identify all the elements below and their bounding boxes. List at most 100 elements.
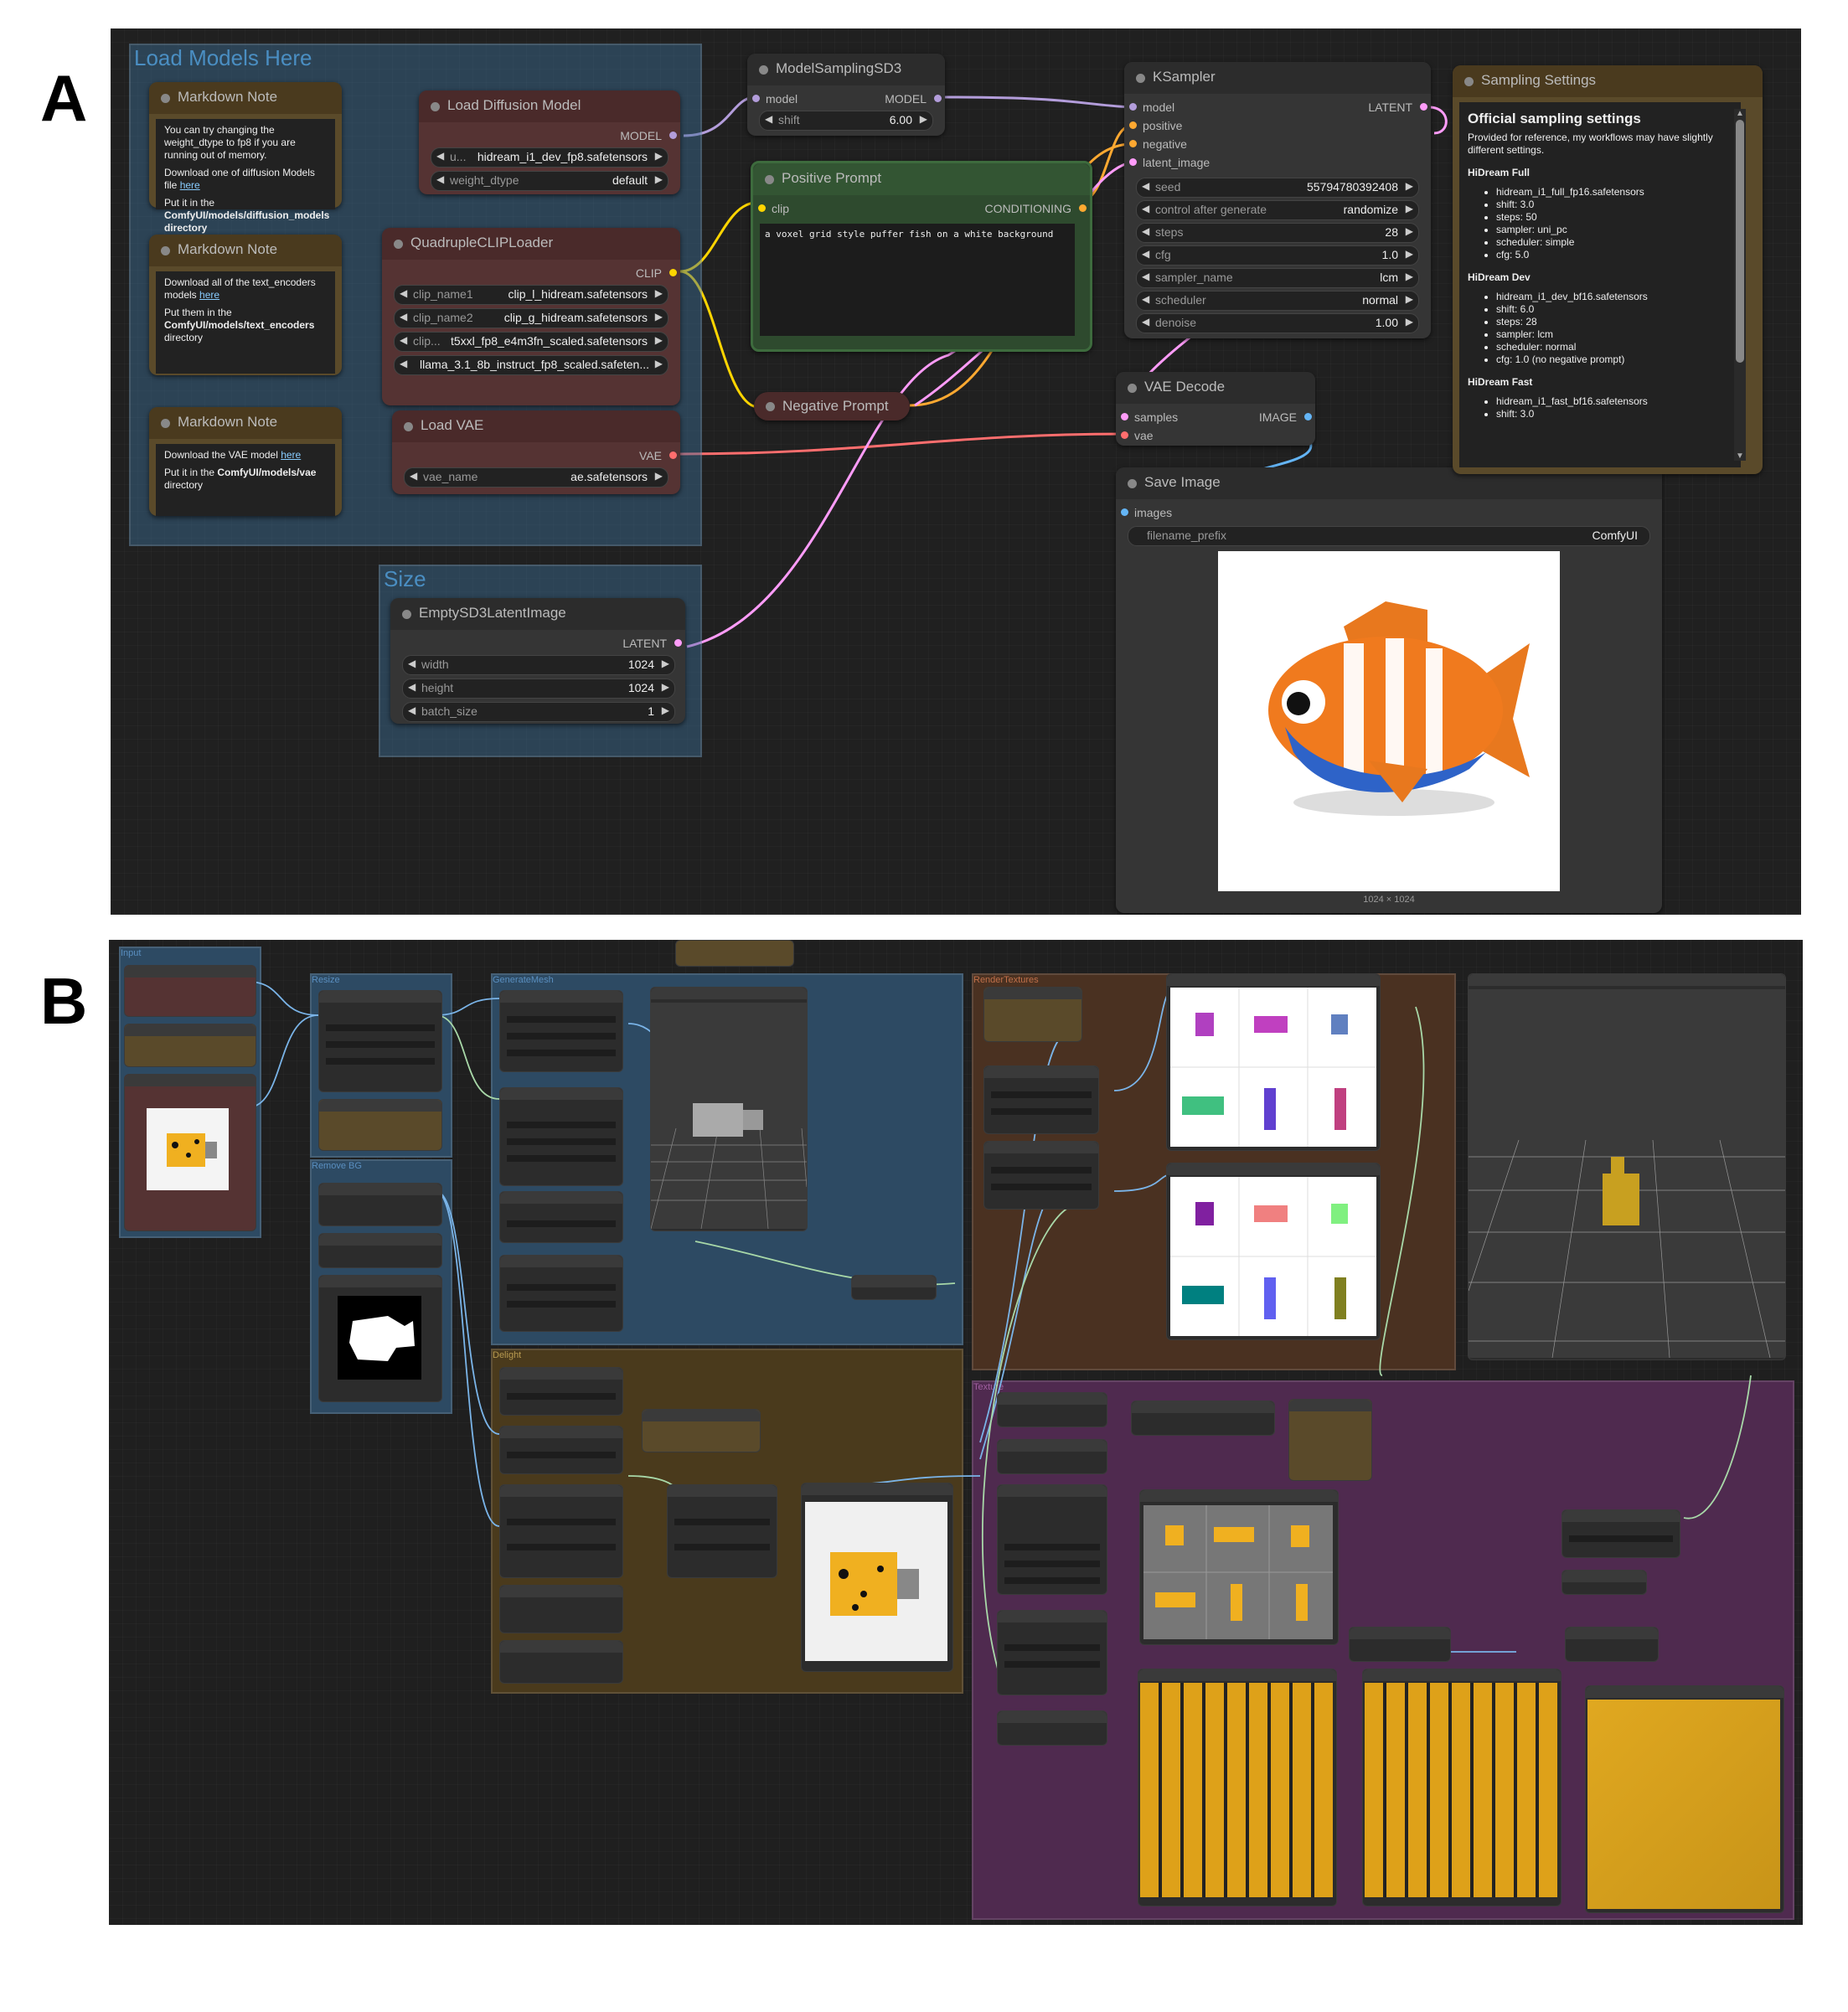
mask-preview-node[interactable] [318,1275,442,1402]
arrow-left-icon[interactable]: ◀ [1142,248,1149,260]
arrow-right-icon[interactable]: ▶ [1406,293,1413,305]
output-slot-vae[interactable] [669,451,677,459]
filename-prefix-text[interactable]: filename_prefix ComfyUI [1128,526,1650,546]
arrow-left-icon[interactable]: ◀ [436,173,444,185]
arrow-left-icon[interactable]: ◀ [410,470,417,482]
scheduler-combo[interactable]: ◀ scheduler normal ▶ [1136,291,1419,311]
arrow-right-icon[interactable]: ▶ [655,470,663,482]
texture-node-6[interactable] [1131,1401,1275,1436]
arrow-right-icon[interactable]: ▶ [655,287,663,299]
empty-latent-node[interactable]: EmptySD3LatentImage LATENT ◀ width 1024 ▶ ◀… [390,598,685,724]
clip-name1-combo[interactable]: ◀ clip_name1 clip_l_hidream.safetensors ▶ [394,285,668,305]
render-node-2[interactable] [983,1141,1099,1210]
sampling-settings-note[interactable]: Sampling Settings Official sampling sett… [1453,65,1763,474]
input-slot-latent[interactable] [1129,158,1137,166]
height-number[interactable]: ◀ height 1024 ▶ [402,678,675,699]
delight-node-4[interactable] [499,1585,623,1633]
input-slot-images[interactable] [1121,508,1128,516]
scroll-down-icon[interactable]: ▼ [1734,451,1746,461]
delight-node-1[interactable] [499,1367,623,1416]
clip-name3-combo[interactable]: ◀ clip... t5xxl_fp8_e4m3fn_scaled.safetens… [394,332,668,352]
arrow-right-icon[interactable]: ▶ [655,334,663,346]
scroll-thumb[interactable] [1736,120,1744,363]
delight-node-3[interactable] [499,1484,623,1578]
arrow-right-icon[interactable]: ▶ [655,173,663,185]
arrow-left-icon[interactable]: ◀ [400,311,407,322]
markdown-note-3[interactable]: Markdown Note Download the VAE model her… [149,407,342,516]
panel-a-canvas[interactable]: Load Models Here Size Markdown Note You … [111,28,1801,915]
output-slot-clip[interactable] [669,269,677,276]
arrow-right-icon[interactable]: ▶ [662,681,669,693]
output-slot-model[interactable] [934,95,942,102]
seed-number[interactable]: ◀ seed 55794780392408 ▶ [1136,178,1419,198]
delight-node-5[interactable] [499,1640,623,1684]
delight-node-2[interactable] [499,1426,623,1474]
arrow-right-icon[interactable]: ▶ [662,704,669,716]
multiview-preview[interactable] [1139,1489,1339,1645]
render-node-1[interactable] [983,1065,1099,1134]
gen-mesh-node-4[interactable] [499,1255,623,1332]
arrow-right-icon[interactable]: ▶ [1406,203,1413,214]
negative-prompt-node[interactable]: Negative Prompt [754,392,910,420]
download-link[interactable]: here [199,289,219,301]
gen-mesh-node-1[interactable] [499,990,623,1072]
texture-node-2[interactable] [997,1439,1107,1474]
gen-mesh-node-2[interactable] [499,1087,623,1186]
arrow-left-icon[interactable]: ◀ [436,150,444,162]
load-image-node[interactable] [124,965,256,1017]
load-vae-node[interactable]: Load VAE VAE ◀ vae_name ae.safetensors ▶ [392,410,680,494]
input-slot-clip[interactable] [758,204,766,212]
input-slot-model[interactable] [1129,103,1137,111]
arrow-right-icon[interactable]: ▶ [1406,316,1413,328]
save-image-node[interactable]: Save Image images filename_prefix ComfyUI… [1116,467,1662,913]
output-image-preview[interactable] [1218,551,1560,891]
mesh-3d-viewer[interactable] [650,987,808,1231]
normal-map-preview[interactable] [1166,973,1381,1151]
load-diffusion-model-node[interactable]: Load Diffusion Model MODEL ◀ u... hidream_… [419,90,680,194]
input-slot-negative[interactable] [1129,140,1137,147]
denoise-number[interactable]: ◀ denoise 1.00 ▶ [1136,313,1419,333]
panel-b-canvas[interactable]: Input Resize Remove BG GenerateMesh Deli… [109,940,1803,1925]
top-note[interactable] [675,940,794,967]
ksampler-node[interactable]: KSampler model positive negative latent_… [1124,62,1431,338]
vae-decode-node[interactable]: VAE Decode samples vae IMAGE [1116,372,1315,446]
texture-map-preview-2[interactable] [1362,1669,1562,1906]
arrow-right-icon[interactable]: ▶ [655,358,663,369]
shift-number[interactable]: ◀ shift 6.00 ▶ [759,111,933,131]
mesh-output-node[interactable] [851,1275,937,1300]
arrow-right-icon[interactable]: ▶ [662,658,669,669]
quadruple-clip-loader-node[interactable]: QuadrupleCLIPLoader CLIP ◀ clip_name1 clip… [382,228,680,405]
output-slot-latent[interactable] [1420,103,1427,111]
arrow-left-icon[interactable]: ◀ [400,358,407,369]
texture-note[interactable] [1288,1399,1372,1481]
arrow-right-icon[interactable]: ▶ [1406,225,1413,237]
final-3d-viewer[interactable] [1468,973,1786,1360]
delight-preview-node[interactable] [801,1483,953,1672]
arrow-right-icon[interactable]: ▶ [920,113,927,125]
remove-bg-node[interactable] [318,1183,442,1226]
remove-bg-node-2[interactable] [318,1233,442,1268]
markdown-note-1[interactable]: Markdown Note You can try changing the w… [149,82,342,234]
texture-node-7[interactable] [1349,1627,1451,1662]
clip-name2-combo[interactable]: ◀ clip_name2 clip_g_hidream.safetensors ▶ [394,308,668,328]
positive-prompt-node[interactable]: Positive Prompt clip CONDITIONING a voxe… [751,161,1092,352]
delight-note[interactable] [642,1409,761,1452]
texture-node-1[interactable] [997,1392,1107,1427]
arrow-left-icon[interactable]: ◀ [400,287,407,299]
settings-scrollbar[interactable]: ▲ ▼ [1734,109,1746,461]
control-after-generate-combo[interactable]: ◀ control after generate randomize ▶ [1136,200,1419,220]
markdown-note-2[interactable]: Markdown Note Download all of the text_e… [149,235,342,375]
delight-sampler-node[interactable] [667,1484,777,1578]
arrow-left-icon[interactable]: ◀ [400,334,407,346]
render-note[interactable] [983,987,1082,1042]
texture-node-3[interactable] [997,1484,1107,1595]
texture-node-9[interactable] [1562,1509,1680,1558]
arrow-right-icon[interactable]: ▶ [1406,180,1413,192]
resize-node[interactable] [318,990,442,1092]
arrow-left-icon[interactable]: ◀ [408,681,416,693]
sampler-name-combo[interactable]: ◀ sampler_name lcm ▶ [1136,268,1419,288]
resize-note[interactable] [318,1099,442,1151]
arrow-left-icon[interactable]: ◀ [1142,293,1149,305]
position-map-preview[interactable] [1166,1163,1381,1340]
arrow-left-icon[interactable]: ◀ [1142,225,1149,237]
